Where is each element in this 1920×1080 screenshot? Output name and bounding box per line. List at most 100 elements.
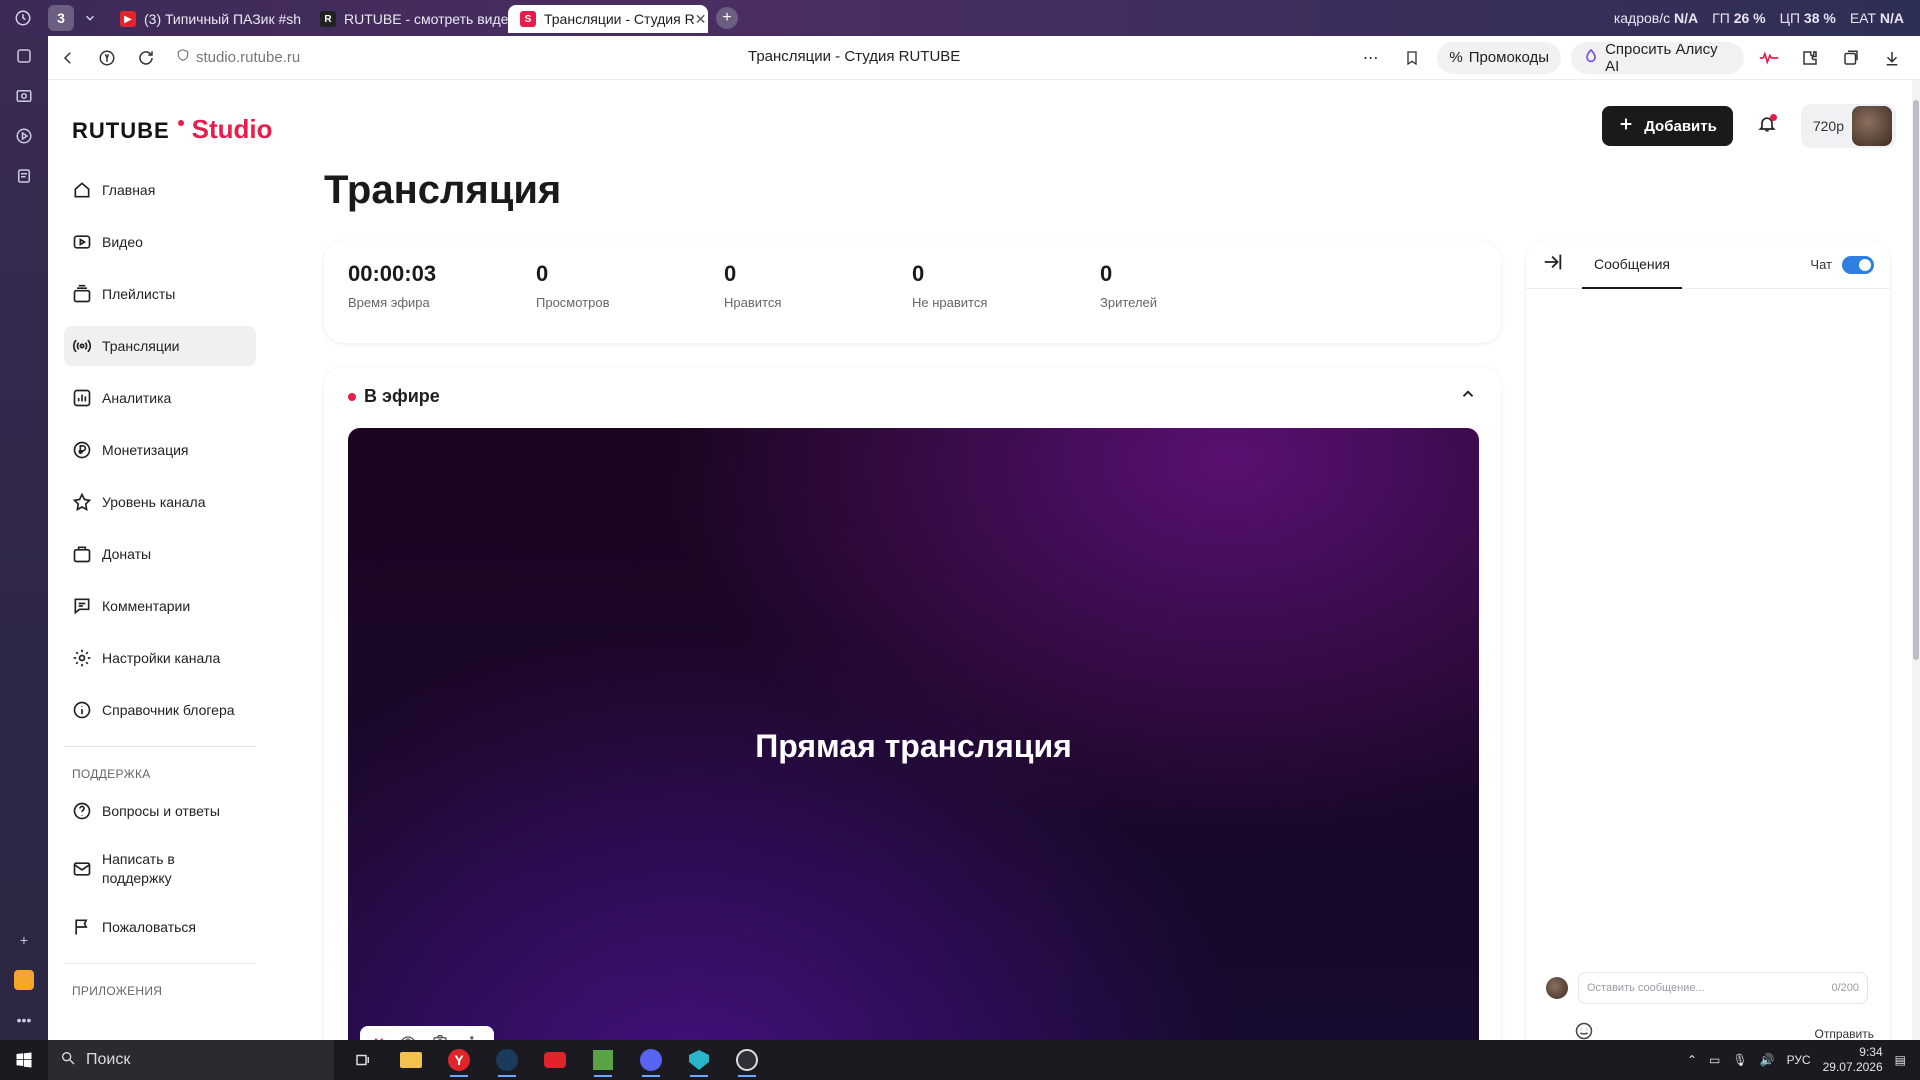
new-tab-button[interactable]: + (716, 7, 738, 29)
logo-dot (177, 120, 184, 126)
logo-main: RUTUBE (72, 118, 170, 143)
add-button[interactable]: Добавить (1602, 106, 1733, 146)
sidebar-item-contact-support[interactable]: Написать в поддержку (64, 843, 256, 895)
browser-tab-strip: 3 ▶ (3) Типичный ПАЗик #sh R RUTUBE - см… (0, 0, 1920, 36)
clock[interactable]: 9:34 29.07.2026 (1823, 1045, 1883, 1075)
sidebar-item-donations[interactable]: Донаты (64, 534, 256, 574)
language-indicator[interactable]: РУС (1787, 1053, 1811, 1067)
live-dot-icon (348, 392, 356, 401)
sidebar: Главная Видео Плейлисты Трансляции Анали… (64, 170, 256, 1008)
page-scrollbar[interactable] (1912, 80, 1920, 1040)
microphone-icon[interactable]: 🎙 (1732, 1053, 1747, 1067)
chevron-down-icon[interactable] (78, 6, 102, 30)
play-icon[interactable] (0, 116, 48, 156)
download-icon[interactable] (1877, 42, 1908, 74)
video-player[interactable]: Прямая трансляция Y ⋮ (348, 428, 1479, 1048)
promo-codes-button[interactable]: % Промокоды (1437, 41, 1562, 74)
stat-value: 0 (912, 261, 925, 286)
collapse-panel-icon[interactable] (1542, 251, 1564, 278)
stat-value: 0 (536, 261, 549, 286)
browser-tab[interactable]: ▶ (3) Типичный ПАЗик #sh (108, 5, 308, 33)
stat-label: Зрителей (1100, 295, 1158, 310)
sidebar-item-analytics[interactable]: Аналитика (64, 378, 256, 418)
broadcast-stats-card: 00:00:03 Время эфира 0 Просмотров 0 Нрав… (324, 241, 1501, 343)
reload-button[interactable] (127, 38, 166, 78)
analytics-icon (73, 389, 91, 407)
stat-likes: 0 Нравится (724, 261, 912, 323)
windows-start-icon[interactable] (0, 1040, 48, 1080)
discord-icon[interactable] (634, 1043, 668, 1077)
volume-icon[interactable]: 🔊 (1760, 1053, 1775, 1067)
ask-alice-button[interactable]: Спросить Алису AI (1571, 41, 1744, 75)
live-header[interactable]: В эфире (324, 367, 1501, 426)
youtube-app-icon[interactable] (538, 1043, 572, 1077)
rutube-studio-logo[interactable]: RUTUBE Studio (72, 114, 273, 145)
windows-taskbar: Поиск Y ⌃ ▭ 🎙 🔊 РУС 9:34 29.07.2026 ▤ (0, 1040, 1920, 1080)
task-view-icon[interactable] (346, 1043, 380, 1077)
player-title: Прямая трансляция (755, 728, 1072, 764)
network-icon[interactable]: ▭ (1709, 1053, 1720, 1067)
youtube-icon: ▶ (120, 11, 136, 27)
notifications-center-icon[interactable]: ▤ (1895, 1053, 1906, 1067)
chat-toggle[interactable] (1842, 255, 1874, 274)
browser-tab[interactable]: R RUTUBE - смотреть виде (308, 5, 508, 33)
account-menu[interactable]: 720p (1800, 104, 1896, 148)
mail-app-icon[interactable] (0, 960, 48, 1000)
extensions-icon[interactable] (1795, 42, 1826, 74)
tab-count-badge[interactable]: 3 (48, 5, 74, 31)
screenshot-icon[interactable] (0, 76, 48, 116)
stat-value: 0 (1100, 261, 1113, 286)
tab-messages[interactable]: Сообщения (1582, 241, 1682, 289)
sidebar-item-comments[interactable]: Комментарии (64, 586, 256, 626)
browser-tab-active[interactable]: S Трансляции - Студия R ✕ (508, 5, 708, 33)
sidebar-item-video[interactable]: Видео (64, 222, 256, 262)
send-button[interactable]: Отправить (1814, 1027, 1874, 1041)
notes-icon[interactable] (0, 156, 48, 196)
close-icon[interactable]: ✕ (695, 11, 707, 28)
tray-chevron-up-icon[interactable]: ⌃ (1687, 1053, 1697, 1067)
alice-icon (1583, 48, 1599, 68)
minecraft-icon[interactable] (586, 1043, 620, 1077)
activity-icon[interactable] (1754, 42, 1785, 74)
bookmark-icon[interactable] (1396, 42, 1427, 74)
notifications-button[interactable] (1747, 106, 1787, 146)
sidebar-item-faq[interactable]: Вопросы и ответы (64, 791, 256, 831)
stat-value: 00:00:03 (348, 261, 437, 286)
sidebar-item-channel-level[interactable]: Уровень канала (64, 482, 256, 522)
stat-fps: кадров/с N/A (1613, 10, 1699, 26)
browser-side-panel: + ••• (0, 36, 48, 1040)
scrollbar-thumb[interactable] (1913, 100, 1919, 660)
yandex-icon[interactable] (87, 38, 126, 78)
history-icon[interactable] (0, 0, 46, 36)
message-placeholder: Оставить сообщение... (1587, 982, 1705, 994)
file-explorer-icon[interactable] (394, 1043, 428, 1077)
add-panel-icon[interactable]: + (0, 920, 48, 960)
header-actions: Добавить 720p (1602, 104, 1896, 148)
collections-icon[interactable] (1836, 42, 1867, 74)
back-button[interactable] (48, 38, 87, 78)
tabs-counter-icon[interactable] (0, 36, 48, 76)
yandex-browser-icon[interactable]: Y (442, 1043, 476, 1077)
sidebar-item-report[interactable]: Пожаловаться (64, 907, 256, 947)
taskbar-search[interactable]: Поиск (48, 1040, 334, 1080)
page-title-text: Трансляции - Студия RUTUBE (748, 48, 961, 65)
sidebar-item-home[interactable]: Главная (64, 170, 256, 210)
sidebar-item-blogger-guide[interactable]: Справочник блогера (64, 690, 256, 730)
vpn-icon[interactable] (682, 1043, 716, 1077)
tab-label: Трансляции - Студия R (544, 11, 695, 27)
obs-icon[interactable] (730, 1043, 764, 1077)
sidebar-item-channel-settings[interactable]: Настройки канала (64, 638, 256, 678)
message-input[interactable]: Оставить сообщение... 0/200 (1578, 972, 1868, 1004)
stat-airtime: 00:00:03 Время эфира (348, 261, 536, 323)
more-icon[interactable]: ••• (0, 1000, 48, 1040)
more-options-icon[interactable]: ⋯ (1355, 42, 1386, 74)
chevron-up-icon[interactable] (1459, 385, 1477, 408)
tab-label: (3) Типичный ПАЗик #sh (144, 11, 302, 27)
flag-icon (75, 919, 88, 935)
sidebar-item-monetization[interactable]: Монетизация (64, 430, 256, 470)
sidebar-item-playlists[interactable]: Плейлисты (64, 274, 256, 314)
notification-badge (1769, 114, 1777, 121)
steam-icon[interactable] (490, 1043, 524, 1077)
stat-gpu: ГП 26 % (1712, 10, 1766, 26)
sidebar-item-broadcasts[interactable]: Трансляции (64, 326, 256, 366)
